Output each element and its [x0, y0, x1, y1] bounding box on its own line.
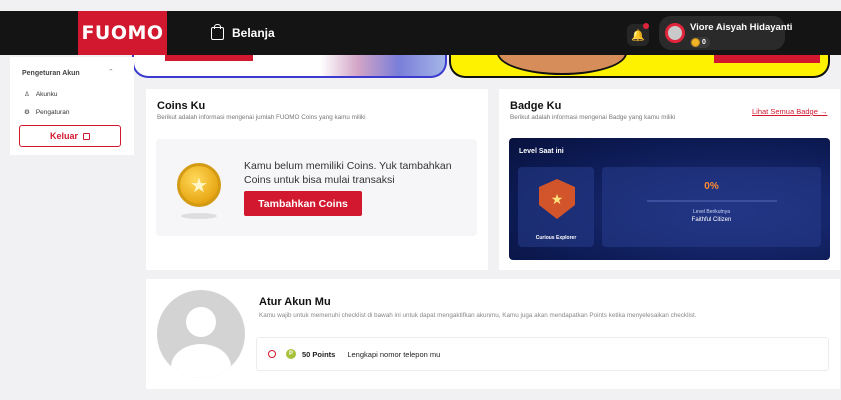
add-coins-button[interactable]: Tambahkan Coins — [244, 191, 362, 216]
logout-label: Keluar — [49, 131, 78, 141]
banner-illustration — [497, 55, 627, 75]
checkbox-circle-icon[interactable] — [268, 350, 276, 358]
gear-icon: ⚙ — [24, 109, 30, 116]
shop-nav-link[interactable]: Belanja — [211, 23, 275, 40]
sidebar-item-akunku[interactable]: ♙ Akunku — [24, 90, 58, 99]
user-icon: ♙ — [24, 91, 30, 98]
logout-button[interactable]: Keluar — [19, 125, 121, 147]
user-coin-badge: 0 — [690, 37, 710, 48]
sidebar-item-pengaturan[interactable]: ⚙ Pengaturan — [24, 108, 70, 117]
banner-button-strip — [714, 55, 820, 63]
coins-title: Coins Ku — [157, 100, 206, 112]
banner-button-strip — [165, 55, 253, 61]
current-level-panel: Level Saat ini ★ Curious Explorer 0% Lev… — [509, 138, 830, 260]
checklist-item[interactable]: P 50 Points Lengkapi nomor telepon mu — [256, 337, 829, 371]
coin-shadow — [181, 213, 217, 219]
coin-icon — [691, 38, 700, 47]
profile-avatar-placeholder[interactable] — [157, 290, 245, 378]
coins-empty-state: ★ Kamu belum memiliki Coins. Yuk tambahk… — [156, 139, 477, 236]
account-setup-subtitle: Kamu wajib untuk memenuhi checklist di b… — [259, 312, 697, 319]
see-all-badges-link[interactable]: Lihat Semua Badge → — [752, 107, 827, 116]
coins-message: Kamu belum memiliki Coins. Yuk tambahkan… — [244, 160, 452, 186]
coins-subtitle: Berikut adalah informasi mengenai jumlah… — [157, 114, 366, 121]
points-icon: P — [286, 349, 296, 359]
shield-star-icon: ★ — [539, 179, 575, 219]
next-level-name: Faithful Citizen — [691, 217, 732, 223]
badge-subtitle: Berikut adalah informasi mengenai Badge … — [510, 114, 676, 121]
gold-coin-icon: ★ — [177, 163, 221, 207]
next-level-label: Level Berikutnya — [693, 209, 730, 215]
level-title: Level Saat ini — [519, 148, 564, 155]
user-name: Viore Aisyah Hidayanti — [690, 22, 793, 33]
current-badge-name: Curious Explorer — [535, 235, 577, 241]
badge-card: Badge Ku Berikut adalah informasi mengen… — [499, 89, 840, 270]
promo-banner-left[interactable] — [132, 55, 447, 78]
sidebar-section-title[interactable]: Pengeturan Akun — [22, 70, 80, 77]
notification-dot — [643, 23, 649, 29]
checklist-points: 50 Points — [302, 349, 336, 359]
shopping-bag-icon — [211, 23, 224, 40]
current-badge-box: ★ Curious Explorer — [518, 167, 594, 247]
promo-banner-right[interactable] — [449, 55, 830, 78]
sidebar-item-label: Pengaturan — [35, 108, 70, 116]
chevron-up-icon[interactable]: ⌃ — [108, 68, 114, 76]
sidebar-item-label: Akunku — [35, 90, 58, 98]
user-coin-count: 0 — [702, 39, 706, 46]
shop-nav-label: Belanja — [232, 26, 275, 40]
progress-percent: 0% — [704, 181, 719, 192]
avatar-head — [186, 307, 216, 337]
avatar-body — [171, 344, 231, 378]
checklist-task: Lengkapi nomor telepon mu — [347, 349, 441, 359]
avatar[interactable] — [665, 23, 685, 43]
coins-card: Coins Ku Berikut adalah informasi mengen… — [146, 89, 488, 270]
level-progress-box: 0% Level Berikutnya Faithful Citizen — [602, 167, 821, 247]
fuomo-logo[interactable]: FUOMO — [78, 11, 167, 55]
account-setup-title: Atur Akun Mu — [259, 296, 331, 308]
logout-icon — [83, 132, 90, 140]
progress-bar — [647, 200, 777, 202]
account-setup-card: Atur Akun Mu Kamu wajib untuk memenuhi c… — [146, 279, 840, 389]
badge-title: Badge Ku — [510, 100, 562, 112]
